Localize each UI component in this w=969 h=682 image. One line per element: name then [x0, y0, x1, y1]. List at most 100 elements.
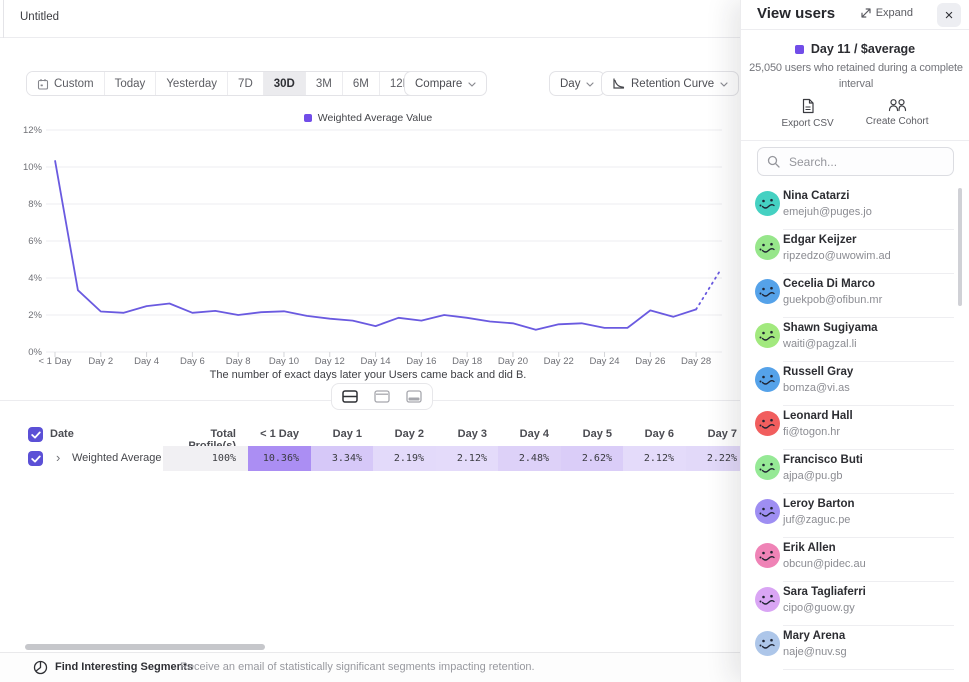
retention-cell[interactable]: 2.19%	[373, 446, 436, 471]
chart-type-button[interactable]: Retention Curve	[601, 71, 739, 96]
retention-cell[interactable]: 2.12%	[623, 446, 686, 471]
user-email: fi@togon.hr	[783, 426, 840, 438]
user-list-item[interactable]: Shawn Sugiyamawaiti@pagzal.li	[741, 318, 969, 362]
user-email: juf@zaguc.pe	[783, 514, 850, 526]
user-list-item[interactable]: Leonard Hall fi@togon.hr	[741, 406, 969, 450]
user-email: cipo@guow.gy	[783, 602, 855, 614]
y-axis-tick: 12%	[12, 125, 42, 136]
user-email: bomza@vi.as	[783, 382, 850, 394]
x-axis-tick: Day 28	[667, 356, 725, 367]
user-name: Cecelia Di Marco	[783, 278, 875, 290]
horizontal-scrollbar[interactable]	[25, 644, 265, 650]
search-input[interactable]	[787, 154, 937, 170]
row-expand-icon[interactable]: ›	[56, 450, 60, 465]
range-7d[interactable]: 7D	[227, 72, 263, 95]
row-checkbox[interactable]	[28, 451, 43, 466]
retention-cell[interactable]: 10.36%	[248, 446, 311, 471]
retention-cell[interactable]: 2.12%	[436, 446, 499, 471]
retention-cell[interactable]: 2.48%	[498, 446, 561, 471]
avatar	[755, 235, 780, 260]
row-label: Weighted Average ...	[72, 452, 174, 464]
user-list-item[interactable]: Leroy Barton juf@zaguc.pe	[741, 494, 969, 538]
layout-table-only-button[interactable]	[399, 386, 429, 407]
avatar	[755, 367, 780, 392]
select-all-checkbox[interactable]	[28, 427, 43, 442]
user-email: waiti@pagzal.li	[783, 338, 857, 350]
retention-cell[interactable]: 2.62%	[561, 446, 624, 471]
cohort-subtitle: 25,050 users who retained during a compl…	[749, 60, 963, 92]
user-name: Leonard Hall	[783, 410, 853, 422]
footer-title[interactable]: Find Interesting Segments	[55, 661, 193, 673]
column-header[interactable]: Day 5	[561, 428, 624, 440]
user-list-item[interactable]: Russell Gray bomza@vi.as	[741, 362, 969, 406]
app-root: Untitled CustomTodayYesterday7D30D3M6M 12…	[0, 0, 969, 682]
user-email: guekpob@ofibun.mr	[783, 294, 882, 306]
search-box	[757, 147, 954, 176]
avatar-face-icon	[755, 631, 780, 656]
report-title[interactable]: Untitled	[20, 11, 59, 23]
column-header[interactable]: Day 2	[373, 428, 436, 440]
retention-line[interactable]	[55, 160, 696, 329]
user-list-item[interactable]: Mary Arenanaje@nuv.sg	[741, 626, 969, 670]
view-users-panel: View users Expand × Day 11 / $average 25…	[740, 0, 969, 682]
search-icon	[767, 155, 780, 168]
user-name: Leroy Barton	[783, 498, 855, 510]
avatar-face-icon	[755, 235, 780, 260]
user-name: Edgar Keijzer	[783, 234, 857, 246]
layout-chart-only-button[interactable]	[367, 386, 397, 407]
column-header[interactable]: Day 3	[436, 428, 499, 440]
user-name: Erik Allen	[783, 542, 836, 554]
avatar	[755, 323, 780, 348]
cohort-heading: Day 11 / $average	[741, 42, 969, 56]
expand-label: Expand	[876, 7, 913, 19]
avatar-face-icon	[755, 455, 780, 480]
report-header: Untitled	[0, 0, 740, 38]
user-list-item[interactable]: Francisco Butiajpa@pu.gb	[741, 450, 969, 494]
compare-button[interactable]: Compare	[404, 71, 487, 96]
column-header[interactable]: Day 6	[623, 428, 686, 440]
avatar	[755, 499, 780, 524]
column-header[interactable]: Day 1	[311, 428, 374, 440]
range-6m[interactable]: 6M	[342, 72, 379, 95]
column-header[interactable]: Day 4	[498, 428, 561, 440]
user-list-item[interactable]: Erik Allenobcun@pidec.au	[741, 538, 969, 582]
avatar-face-icon	[755, 543, 780, 568]
granularity-button[interactable]: Day	[549, 71, 605, 96]
panel-actions: Export CSV Create Cohort	[741, 98, 969, 129]
user-list-item[interactable]: Edgar Keijzerripzedzo@uwowim.ad	[741, 230, 969, 274]
column-header[interactable]: < 1 Day	[248, 428, 311, 440]
range-today[interactable]: Today	[104, 72, 156, 95]
user-list-item[interactable]: Nina Catarziemejuh@puges.jo	[741, 186, 969, 230]
table-header-row: Date Total Profile(s)< 1 DayDay 1Day 2Da…	[0, 423, 740, 446]
range-yesterday[interactable]: Yesterday	[155, 72, 227, 95]
avatar	[755, 587, 780, 612]
user-list: Nina Catarziemejuh@puges.joEdgar Keijzer…	[741, 186, 969, 682]
user-name: Russell Gray	[783, 366, 853, 378]
granularity-label: Day	[560, 78, 580, 90]
chart-type-label: Retention Curve	[631, 78, 714, 90]
compare-label: Compare	[415, 78, 462, 90]
insights-footer: Find Interesting Segments Receive an ema…	[0, 652, 740, 682]
expand-icon	[861, 8, 871, 18]
range-custom[interactable]: Custom	[27, 72, 104, 95]
range-30d[interactable]: 30D	[263, 72, 305, 95]
export-csv-button[interactable]: Export CSV	[781, 98, 833, 129]
expand-button[interactable]: Expand	[861, 7, 913, 19]
total-cell[interactable]: 100%	[163, 446, 248, 471]
column-header-date[interactable]: Date	[50, 428, 74, 440]
layout-chart-and-table-button[interactable]	[335, 386, 365, 407]
y-axis-tick: 6%	[12, 236, 42, 247]
create-cohort-button[interactable]: Create Cohort	[866, 98, 929, 129]
user-list-item[interactable]: Sara Tagliaferricipo@guow.gy	[741, 582, 969, 626]
avatar	[755, 631, 780, 656]
sidebar-edge	[3, 0, 4, 38]
retention-cell[interactable]: 3.34%	[311, 446, 374, 471]
calendar-icon	[37, 78, 49, 90]
y-axis-tick: 10%	[12, 162, 42, 173]
user-list-item[interactable]: Cecelia Di Marco guekpob@ofibun.mr	[741, 274, 969, 318]
table-row[interactable]: › Weighted Average ... 100%10.36%3.34%2.…	[0, 446, 740, 471]
segments-icon	[33, 660, 48, 675]
range-3m[interactable]: 3M	[305, 72, 342, 95]
layout-toggle-group	[331, 383, 433, 410]
close-button[interactable]: ×	[937, 3, 961, 27]
